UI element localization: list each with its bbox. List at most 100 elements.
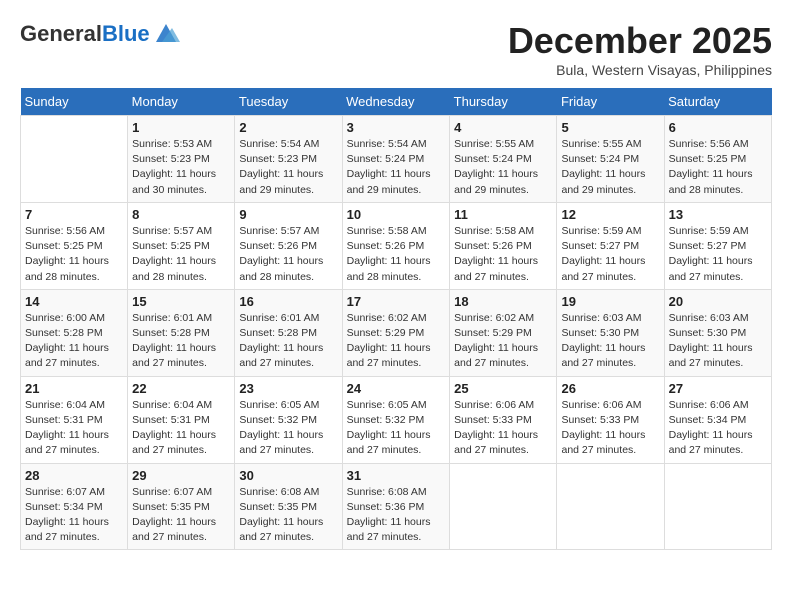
day-cell: 19 Sunrise: 6:03 AMSunset: 5:30 PMDayligh… [557, 289, 664, 376]
day-cell: 9 Sunrise: 5:57 AMSunset: 5:26 PMDaylight… [235, 202, 342, 289]
day-number: 16 [239, 294, 337, 309]
day-number: 9 [239, 207, 337, 222]
cell-info: Sunrise: 5:56 AMSunset: 5:25 PMDaylight:… [25, 224, 123, 285]
day-cell: 8Sunrise: 5:57 AMSunset: 5:25 PMDaylight… [128, 202, 235, 289]
week-row: 21 Sunrise: 6:04 AMSunset: 5:31 PMDayligh… [21, 376, 772, 463]
day-number: 11 [454, 207, 552, 222]
day-number: 15 [132, 294, 230, 309]
day-cell [557, 463, 664, 550]
title-block: December 2025 Bula, Western Visayas, Phi… [508, 20, 772, 78]
day-cell: 31 Sunrise: 6:08 AMSunset: 5:36 PMDayligh… [342, 463, 450, 550]
day-number: 10 [347, 207, 446, 222]
day-cell: 21 Sunrise: 6:04 AMSunset: 5:31 PMDayligh… [21, 376, 128, 463]
day-cell: 11 Sunrise: 5:58 AMSunset: 5:26 PMDayligh… [450, 202, 557, 289]
day-number: 24 [347, 381, 446, 396]
cell-info: Sunrise: 5:55 AMSunset: 5:24 PMDaylight:… [454, 137, 552, 198]
calendar-table: SundayMondayTuesdayWednesdayThursdayFrid… [20, 88, 772, 550]
day-number: 12 [561, 207, 659, 222]
cell-info: Sunrise: 5:55 AMSunset: 5:24 PMDaylight:… [561, 137, 659, 198]
cell-info: Sunrise: 6:02 AMSunset: 5:29 PMDaylight:… [347, 311, 446, 372]
day-cell: 4 Sunrise: 5:55 AMSunset: 5:24 PMDaylight… [450, 116, 557, 203]
day-cell: 25Sunrise: 6:06 AMSunset: 5:33 PMDayligh… [450, 376, 557, 463]
logo-blue: Blue [102, 21, 150, 46]
day-number: 23 [239, 381, 337, 396]
logo: GeneralBlue [20, 20, 180, 48]
day-cell: 28 Sunrise: 6:07 AMSunset: 5:34 PMDayligh… [21, 463, 128, 550]
day-cell: 14 Sunrise: 6:00 AMSunset: 5:28 PMDayligh… [21, 289, 128, 376]
day-number: 19 [561, 294, 659, 309]
day-number: 4 [454, 120, 552, 135]
day-cell: 27 Sunrise: 6:06 AMSunset: 5:34 PMDayligh… [664, 376, 771, 463]
month-title: December 2025 [508, 20, 772, 62]
day-cell: 29 Sunrise: 6:07 AMSunset: 5:35 PMDayligh… [128, 463, 235, 550]
day-number: 7 [25, 207, 123, 222]
cell-info: Sunrise: 6:07 AMSunset: 5:34 PMDaylight:… [25, 485, 123, 546]
page-header: GeneralBlue December 2025 Bula, Western … [20, 20, 772, 78]
day-number: 5 [561, 120, 659, 135]
day-cell: 30Sunrise: 6:08 AMSunset: 5:35 PMDayligh… [235, 463, 342, 550]
day-number: 30 [239, 468, 337, 483]
day-number: 17 [347, 294, 446, 309]
week-row: 28 Sunrise: 6:07 AMSunset: 5:34 PMDayligh… [21, 463, 772, 550]
cell-info: Sunrise: 5:59 AMSunset: 5:27 PMDaylight:… [669, 224, 767, 285]
day-cell: 23 Sunrise: 6:05 AMSunset: 5:32 PMDayligh… [235, 376, 342, 463]
day-number: 22 [132, 381, 230, 396]
cell-info: Sunrise: 6:04 AMSunset: 5:31 PMDaylight:… [25, 398, 123, 459]
day-number: 14 [25, 294, 123, 309]
logo-icon [152, 20, 180, 48]
cell-info: Sunrise: 6:03 AMSunset: 5:30 PMDaylight:… [669, 311, 767, 372]
cell-info: Sunrise: 6:06 AMSunset: 5:33 PMDaylight:… [454, 398, 552, 459]
day-cell: 5 Sunrise: 5:55 AMSunset: 5:24 PMDaylight… [557, 116, 664, 203]
day-cell: 3Sunrise: 5:54 AMSunset: 5:24 PMDaylight… [342, 116, 450, 203]
day-cell: 26 Sunrise: 6:06 AMSunset: 5:33 PMDayligh… [557, 376, 664, 463]
day-cell [664, 463, 771, 550]
weekday-header: Wednesday [342, 88, 450, 116]
weekday-header-row: SundayMondayTuesdayWednesdayThursdayFrid… [21, 88, 772, 116]
day-cell: 13Sunrise: 5:59 AMSunset: 5:27 PMDayligh… [664, 202, 771, 289]
day-cell: 20Sunrise: 6:03 AMSunset: 5:30 PMDayligh… [664, 289, 771, 376]
cell-info: Sunrise: 6:08 AMSunset: 5:36 PMDaylight:… [347, 485, 446, 546]
day-number: 28 [25, 468, 123, 483]
cell-info: Sunrise: 6:01 AMSunset: 5:28 PMDaylight:… [132, 311, 230, 372]
cell-info: Sunrise: 6:06 AMSunset: 5:34 PMDaylight:… [669, 398, 767, 459]
day-cell: 6 Sunrise: 5:56 AMSunset: 5:25 PMDaylight… [664, 116, 771, 203]
cell-info: Sunrise: 6:07 AMSunset: 5:35 PMDaylight:… [132, 485, 230, 546]
day-number: 29 [132, 468, 230, 483]
cell-info: Sunrise: 6:00 AMSunset: 5:28 PMDaylight:… [25, 311, 123, 372]
cell-info: Sunrise: 6:04 AMSunset: 5:31 PMDaylight:… [132, 398, 230, 459]
day-cell: 17 Sunrise: 6:02 AMSunset: 5:29 PMDayligh… [342, 289, 450, 376]
cell-info: Sunrise: 5:54 AMSunset: 5:24 PMDaylight:… [347, 137, 446, 198]
day-cell: 15 Sunrise: 6:01 AMSunset: 5:28 PMDayligh… [128, 289, 235, 376]
cell-info: Sunrise: 6:05 AMSunset: 5:32 PMDaylight:… [347, 398, 446, 459]
weekday-header: Monday [128, 88, 235, 116]
day-number: 8 [132, 207, 230, 222]
day-number: 6 [669, 120, 767, 135]
weekday-header: Sunday [21, 88, 128, 116]
weekday-header: Tuesday [235, 88, 342, 116]
cell-info: Sunrise: 5:54 AMSunset: 5:23 PMDaylight:… [239, 137, 337, 198]
day-cell: 22 Sunrise: 6:04 AMSunset: 5:31 PMDayligh… [128, 376, 235, 463]
day-cell: 2 Sunrise: 5:54 AMSunset: 5:23 PMDaylight… [235, 116, 342, 203]
cell-info: Sunrise: 6:01 AMSunset: 5:28 PMDaylight:… [239, 311, 337, 372]
day-number: 21 [25, 381, 123, 396]
day-number: 18 [454, 294, 552, 309]
cell-info: Sunrise: 5:56 AMSunset: 5:25 PMDaylight:… [669, 137, 767, 198]
day-cell: 24 Sunrise: 6:05 AMSunset: 5:32 PMDayligh… [342, 376, 450, 463]
day-number: 2 [239, 120, 337, 135]
cell-info: Sunrise: 5:58 AMSunset: 5:26 PMDaylight:… [347, 224, 446, 285]
cell-info: Sunrise: 6:06 AMSunset: 5:33 PMDaylight:… [561, 398, 659, 459]
day-number: 31 [347, 468, 446, 483]
week-row: 7 Sunrise: 5:56 AMSunset: 5:25 PMDaylight… [21, 202, 772, 289]
day-cell: 12 Sunrise: 5:59 AMSunset: 5:27 PMDayligh… [557, 202, 664, 289]
cell-info: Sunrise: 6:03 AMSunset: 5:30 PMDaylight:… [561, 311, 659, 372]
cell-info: Sunrise: 5:57 AMSunset: 5:26 PMDaylight:… [239, 224, 337, 285]
weekday-header: Friday [557, 88, 664, 116]
day-number: 27 [669, 381, 767, 396]
weekday-header: Saturday [664, 88, 771, 116]
week-row: 14 Sunrise: 6:00 AMSunset: 5:28 PMDayligh… [21, 289, 772, 376]
cell-info: Sunrise: 6:05 AMSunset: 5:32 PMDaylight:… [239, 398, 337, 459]
day-number: 26 [561, 381, 659, 396]
cell-info: Sunrise: 5:58 AMSunset: 5:26 PMDaylight:… [454, 224, 552, 285]
cell-info: Sunrise: 5:59 AMSunset: 5:27 PMDaylight:… [561, 224, 659, 285]
day-number: 1 [132, 120, 230, 135]
